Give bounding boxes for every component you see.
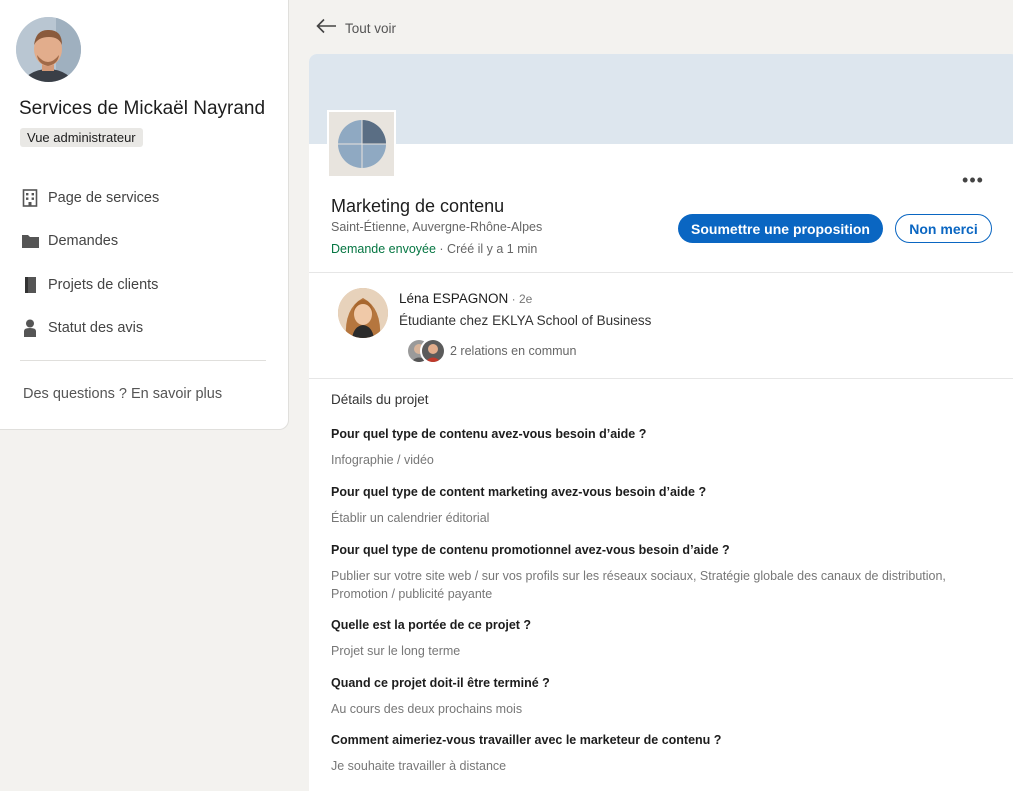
service-logo bbox=[327, 110, 396, 178]
notebook-icon bbox=[20, 275, 40, 295]
divider bbox=[20, 360, 266, 361]
request-card: ••• Marketing de contenu Saint-Étienne, … bbox=[309, 54, 1013, 791]
list-item: Quelle est la portée de ce projet ? Proj… bbox=[331, 617, 971, 675]
building-icon bbox=[20, 188, 40, 208]
created-time: · Créé il y a 1 min bbox=[435, 242, 538, 256]
project-details-list: Pour quel type de contenu avez-vous beso… bbox=[331, 426, 971, 790]
mutual-avatars bbox=[406, 338, 448, 364]
sidebar-item-label: Demandes bbox=[48, 233, 119, 250]
back-link[interactable]: Tout voir bbox=[316, 18, 396, 39]
sidebar: Services de Mickaël Nayrand Vue administ… bbox=[0, 0, 289, 430]
list-item: Pour quel type de contenu promotionnel a… bbox=[331, 542, 971, 617]
service-location: Saint-Étienne, Auvergne-Rhône-Alpes bbox=[331, 220, 543, 234]
connection-degree: · 2e bbox=[508, 292, 533, 306]
status-sent: Demande envoyée bbox=[331, 242, 436, 256]
requester-avatar[interactable] bbox=[338, 288, 388, 338]
sidebar-item-services-page[interactable]: Page de services bbox=[20, 176, 270, 220]
sidebar-item-label: Page de services bbox=[48, 189, 160, 206]
question: Quand ce projet doit-il être terminé ? bbox=[331, 676, 550, 690]
answer: Je souhaite travailler à distance bbox=[331, 759, 507, 773]
avatar bbox=[420, 338, 446, 364]
question: Pour quel type de contenu avez-vous beso… bbox=[331, 427, 647, 441]
requester-headline: Étudiante chez EKLYA School of Business bbox=[399, 313, 652, 328]
divider bbox=[309, 378, 1013, 379]
list-item: Quand ce projet doit-il être terminé ? A… bbox=[331, 675, 971, 732]
answer: Publier sur votre site web / sur vos pro… bbox=[331, 569, 946, 601]
service-title: Marketing de contenu bbox=[331, 196, 505, 216]
divider bbox=[309, 272, 1013, 273]
cover-banner bbox=[309, 54, 1013, 144]
question: Pour quel type de contenu promotionnel a… bbox=[331, 543, 730, 557]
answer: Établir un calendrier éditorial bbox=[331, 511, 490, 525]
answer: Au cours des deux prochains mois bbox=[331, 702, 523, 716]
back-link-label: Tout voir bbox=[345, 21, 397, 36]
list-item: Comment aimeriez-vous travailler avec le… bbox=[331, 732, 971, 790]
list-item: Pour quel type de content marketing avez… bbox=[331, 484, 971, 542]
sidebar-item-review-status[interactable]: Statut des avis bbox=[20, 307, 270, 351]
question: Quelle est la portée de ce projet ? bbox=[331, 618, 532, 632]
admin-view-badge: Vue administrateur bbox=[20, 128, 143, 147]
avatar[interactable] bbox=[16, 17, 81, 82]
answer: Infographie / vidéo bbox=[331, 453, 434, 467]
answer: Projet sur le long terme bbox=[331, 644, 461, 658]
project-details-title: Détails du projet bbox=[331, 392, 429, 407]
arrow-left-icon bbox=[316, 18, 337, 39]
question: Pour quel type de content marketing avez… bbox=[331, 485, 707, 499]
mutual-connections-label: 2 relations en commun bbox=[450, 344, 577, 358]
sidebar-item-requests[interactable]: Demandes bbox=[20, 220, 270, 264]
decline-button[interactable]: Non merci bbox=[895, 214, 992, 243]
requester-name-text: Léna ESPAGNON bbox=[399, 291, 509, 306]
sidebar-nav: Page de services Demandes Projets de cli… bbox=[20, 176, 270, 350]
requester-name[interactable]: Léna ESPAGNON · 2e bbox=[399, 291, 532, 306]
folder-icon bbox=[20, 231, 40, 251]
list-item: Pour quel type de contenu avez-vous beso… bbox=[331, 426, 971, 484]
mutual-connections[interactable]: 2 relations en commun bbox=[406, 338, 576, 364]
question: Comment aimeriez-vous travailler avec le… bbox=[331, 733, 722, 747]
more-horizontal-icon[interactable]: ••• bbox=[961, 168, 985, 192]
sidebar-item-label: Projets de clients bbox=[48, 276, 159, 293]
submit-proposal-button[interactable]: Soumettre une proposition bbox=[678, 214, 883, 243]
person-icon bbox=[20, 318, 40, 338]
request-status: Demande envoyée · Créé il y a 1 min bbox=[331, 242, 537, 256]
sidebar-item-label: Statut des avis bbox=[48, 320, 144, 337]
page-title: Services de Mickaël Nayrand bbox=[19, 98, 266, 119]
help-link[interactable]: Des questions ? En savoir plus bbox=[23, 386, 222, 402]
sidebar-item-client-projects[interactable]: Projets de clients bbox=[20, 263, 270, 307]
